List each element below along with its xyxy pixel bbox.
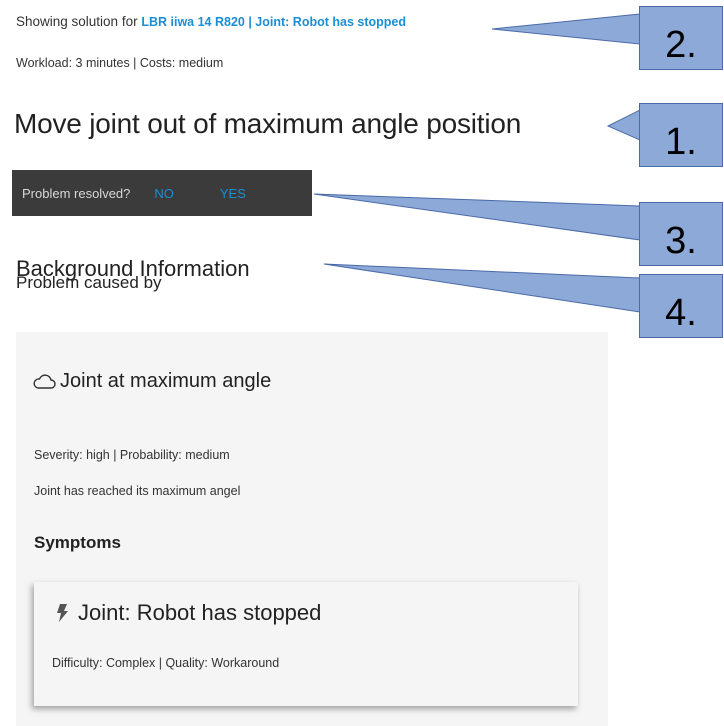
yes-button[interactable]: YES bbox=[220, 186, 246, 201]
symptom-title: Joint: Robot has stopped bbox=[56, 600, 321, 626]
problem-caused-by-label: Problem caused by bbox=[16, 273, 162, 292]
solution-context: Showing solution for LBR iiwa 14 R820 | … bbox=[16, 14, 406, 29]
showing-prefix: Showing solution for bbox=[16, 14, 138, 29]
problem-resolved-question: Problem resolved? bbox=[22, 185, 131, 201]
symptom-meta: Difficulty: Complex | Quality: Workaroun… bbox=[52, 656, 280, 670]
symptoms-heading: Symptoms bbox=[34, 533, 121, 552]
cause-meta: Severity: high | Probability: medium bbox=[34, 448, 230, 462]
cause-description: Joint has reached its maximum angel bbox=[34, 484, 241, 498]
no-button[interactable]: NO bbox=[154, 186, 174, 201]
cause-title-text: Joint at maximum angle bbox=[60, 370, 272, 392]
problem-resolved-bar: Problem resolved? NO YES bbox=[12, 170, 312, 216]
callout-4: 4. bbox=[639, 274, 723, 338]
callout-2: 2. bbox=[639, 6, 723, 70]
cloud-icon bbox=[33, 373, 56, 389]
callout-1: 1. bbox=[639, 103, 723, 167]
solution-source-link[interactable]: LBR iiwa 14 R820 | Joint: Robot has stop… bbox=[141, 15, 406, 29]
symptom-title-text: Joint: Robot has stopped bbox=[78, 600, 322, 625]
callout-3: 3. bbox=[639, 202, 723, 266]
page-title: Move joint out of maximum angle position bbox=[14, 108, 522, 139]
cause-title: Joint at maximum angle bbox=[32, 370, 271, 393]
lightning-icon bbox=[57, 604, 68, 622]
workload-info: Workload: 3 minutes | Costs: medium bbox=[16, 56, 224, 70]
